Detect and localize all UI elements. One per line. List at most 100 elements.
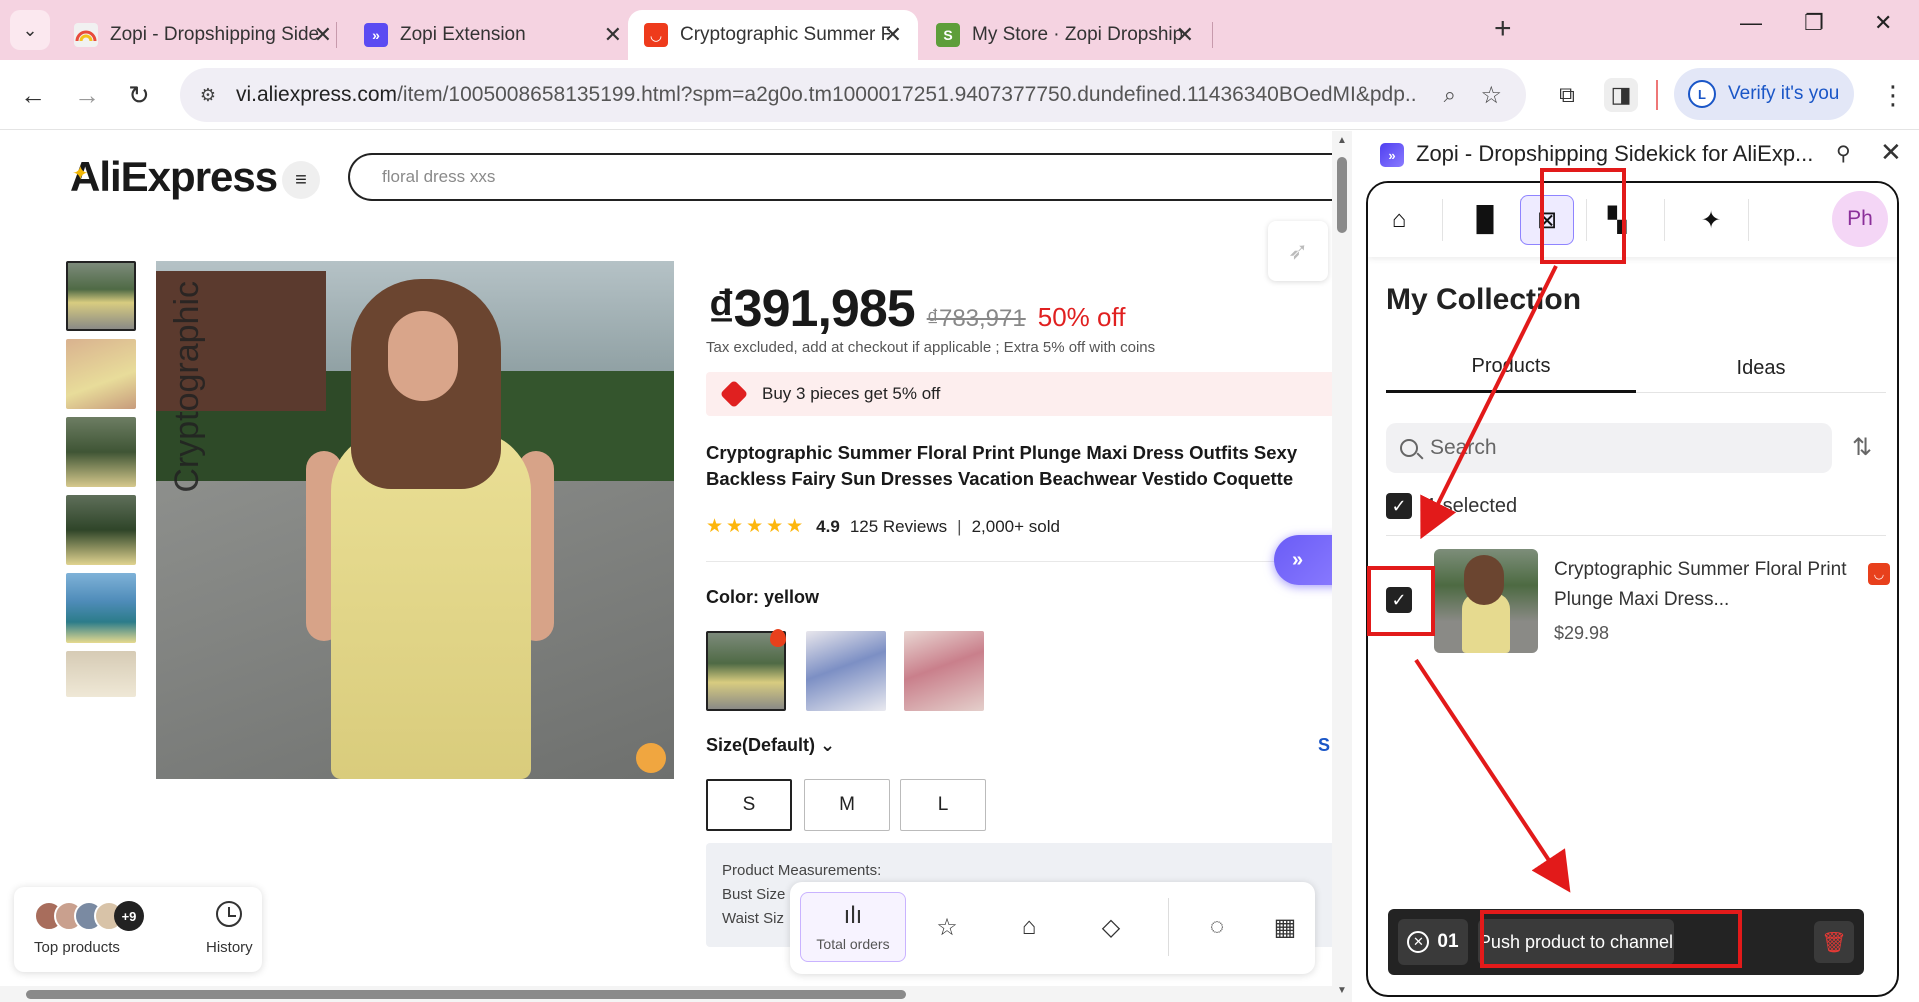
- product-thumbnail[interactable]: [1434, 549, 1538, 653]
- bar-chart-icon: ılı: [843, 902, 863, 929]
- size-option-l[interactable]: L: [900, 779, 986, 831]
- address-bar[interactable]: ⚙ vi.aliexpress.com/item/100500865813519…: [180, 68, 1526, 122]
- close-circle-icon: ✕: [1407, 931, 1430, 953]
- color-swatch-yellow[interactable]: [706, 629, 786, 711]
- aliexpress-favicon-icon: ◡: [644, 23, 668, 47]
- ai-sparkle-icon[interactable]: ✦: [1684, 195, 1738, 245]
- zopi-favicon-icon: »: [364, 23, 388, 47]
- tab-bar: ⌄ Zopi - Dropshipping Sidekick fo ✕ » Zo…: [0, 0, 1919, 60]
- thumbnail[interactable]: [66, 417, 136, 487]
- thumbnail[interactable]: [66, 573, 136, 643]
- store-button[interactable]: ⌂: [994, 892, 1064, 962]
- chat-bubble-icon: ◌: [1209, 913, 1225, 940]
- search-placeholder: Search: [1430, 436, 1497, 459]
- history-label[interactable]: History: [206, 939, 253, 956]
- thumbnail[interactable]: [66, 339, 136, 409]
- reviews-link[interactable]: 125 Reviews: [850, 517, 947, 537]
- browser-menu-icon[interactable]: ⋮: [1880, 80, 1906, 111]
- restore-button[interactable]: ❐: [1804, 10, 1824, 36]
- tab-zopi-extension[interactable]: » Zopi Extension ✕: [348, 10, 638, 60]
- reload-button[interactable]: ↻: [128, 80, 150, 111]
- selected-count: 1 selected: [1426, 495, 1518, 517]
- extensions-puzzle-icon[interactable]: ⧉: [1550, 78, 1584, 112]
- bookmark-star-icon[interactable]: ☆: [1480, 81, 1502, 110]
- tab-products[interactable]: Products: [1386, 343, 1636, 393]
- forward-button[interactable]: →: [74, 80, 100, 111]
- new-tab-button[interactable]: +: [1494, 12, 1512, 46]
- compare-button[interactable]: ▦: [1250, 892, 1320, 962]
- verify-profile-button[interactable]: L Verify it's you: [1674, 68, 1854, 120]
- tab-separator: [1212, 22, 1213, 48]
- pin-icon[interactable]: ⚲: [1836, 141, 1851, 166]
- product-avatars[interactable]: +9: [34, 901, 144, 931]
- sort-icon[interactable]: ⇅: [1852, 433, 1872, 462]
- site-info-icon[interactable]: ⚙: [188, 75, 228, 115]
- tab-title: My Store · Zopi Dropshipping ·: [972, 24, 1182, 45]
- url-text[interactable]: vi.aliexpress.com/item/1005008658135199.…: [236, 83, 1416, 107]
- zopi-logo-icon: »: [1292, 548, 1304, 571]
- tab-title: Cryptographic Summer Floral P: [680, 24, 890, 45]
- aliexpress-logo[interactable]: ✦ AliExpress: [70, 153, 278, 201]
- side-panel-icon[interactable]: ◨: [1604, 78, 1638, 112]
- close-tab-icon[interactable]: ✕: [884, 22, 902, 48]
- rating-value: 4.9: [816, 516, 840, 536]
- horizontal-scrollbar[interactable]: [0, 986, 1332, 1002]
- thumbnail[interactable]: [66, 651, 136, 697]
- zoom-icon[interactable]: ⌕: [1444, 82, 1456, 108]
- tag-button[interactable]: ◇: [1076, 892, 1146, 962]
- analytics-icon[interactable]: ▐▌: [1458, 195, 1512, 245]
- main-product-image[interactable]: Cryptographic: [156, 261, 674, 779]
- tab-search-button[interactable]: ⌄: [10, 10, 50, 50]
- top-products-label[interactable]: Top products: [34, 939, 120, 956]
- color-swatch-blue[interactable]: [806, 631, 886, 711]
- close-icon[interactable]: ✕: [1880, 137, 1902, 168]
- close-window-button[interactable]: ✕: [1874, 10, 1892, 36]
- tab-title: Zopi Extension: [400, 24, 526, 45]
- chat-button[interactable]: ◌: [1182, 892, 1252, 962]
- thumbnail[interactable]: [66, 261, 136, 331]
- tab-ideas[interactable]: Ideas: [1636, 343, 1886, 393]
- user-avatar[interactable]: Ph: [1832, 191, 1888, 247]
- promo-banner[interactable]: Buy 3 pieces get 5% off: [706, 372, 1352, 416]
- back-button[interactable]: ←: [20, 80, 46, 111]
- verify-label: Verify it's you: [1728, 83, 1840, 104]
- shopify-favicon-icon: S: [936, 23, 960, 47]
- total-orders-button[interactable]: ılı Total orders: [800, 892, 906, 962]
- hot-flame-icon: [770, 629, 786, 647]
- logo-spark-icon: ✦: [72, 163, 89, 185]
- category-menu-button[interactable]: ≡: [282, 161, 320, 199]
- discount-label: 50% off: [1037, 302, 1126, 332]
- product-item-title[interactable]: Cryptographic Summer Floral Print Plunge…: [1554, 555, 1854, 615]
- rocket-icon[interactable]: ➶: [1268, 221, 1328, 281]
- size-label[interactable]: Size(Default) ⌄: [706, 735, 835, 756]
- price-tag-icon: [719, 379, 749, 409]
- delete-trash-icon[interactable]: 🗑: [1814, 921, 1854, 963]
- select-all-checkbox[interactable]: ✓: [1386, 493, 1412, 519]
- toolbar-divider: [1656, 80, 1658, 110]
- color-swatch-pink[interactable]: [904, 631, 984, 711]
- close-tab-icon[interactable]: ✕: [604, 22, 622, 48]
- history-clock-icon[interactable]: [216, 901, 242, 927]
- favorite-star-button[interactable]: ☆: [912, 892, 982, 962]
- minimize-button[interactable]: —: [1740, 10, 1762, 36]
- collection-search-input[interactable]: Search: [1386, 423, 1832, 473]
- search-input[interactable]: floral dress xxs: [348, 153, 1348, 201]
- tab-zopi-sidekick[interactable]: Zopi - Dropshipping Sidekick fo ✕: [58, 10, 348, 60]
- clear-selection-button[interactable]: ✕ 01: [1398, 919, 1468, 965]
- thumbnail[interactable]: [66, 495, 136, 565]
- product-item-price: $29.98: [1554, 623, 1610, 643]
- home-icon[interactable]: ⌂: [1372, 195, 1426, 245]
- url-path: /item/1005008658135199.html?spm=a2g0o.tm…: [397, 83, 1416, 106]
- chevron-down-icon: ⌄: [820, 735, 836, 755]
- close-tab-icon[interactable]: ✕: [1176, 22, 1194, 48]
- size-option-s[interactable]: S: [706, 779, 792, 831]
- original-price: ₫783,971: [926, 305, 1026, 332]
- aliexpress-source-icon[interactable]: ◡: [1868, 563, 1890, 585]
- close-tab-icon[interactable]: ✕: [314, 22, 332, 48]
- vertical-scrollbar[interactable]: ▲ ▼: [1332, 131, 1352, 1002]
- tab-my-store[interactable]: S My Store · Zopi Dropshipping · ✕: [920, 10, 1210, 60]
- tab-aliexpress-product[interactable]: ◡ Cryptographic Summer Floral P ✕: [628, 10, 918, 60]
- size-guide-link[interactable]: S: [1318, 735, 1330, 756]
- side-panel-title[interactable]: Zopi - Dropshipping Sidekick for AliExp.…: [1416, 141, 1816, 167]
- size-option-m[interactable]: M: [804, 779, 890, 831]
